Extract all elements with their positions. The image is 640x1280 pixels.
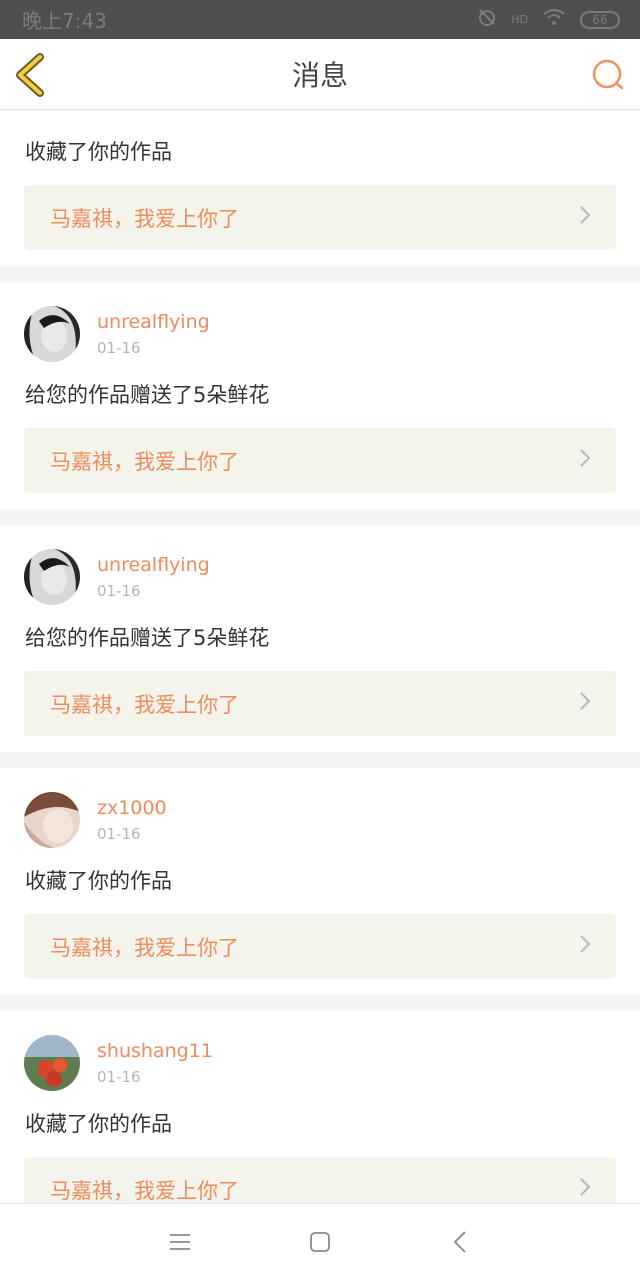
message-card: unrealflying 01-16 给您的作品赠送了5朵鲜花 马嘉祺，我爱上你… — [0, 282, 640, 509]
work-title: 马嘉祺，我爱上你了 — [50, 449, 239, 474]
message-date: 01-16 — [97, 1068, 141, 1086]
avatar[interactable] — [24, 792, 80, 848]
back-button[interactable] — [12, 53, 52, 97]
chevron-right-icon — [578, 691, 592, 717]
message-action: 给您的作品赠送了5朵鲜花 — [25, 383, 270, 407]
card-top-fragment — [24, 111, 616, 119]
battery-level: 66 — [592, 12, 608, 27]
username[interactable]: zx1000 — [97, 795, 167, 821]
message-date: 01-16 — [97, 825, 141, 843]
work-title: 马嘉祺，我爱上你了 — [50, 206, 239, 231]
avatar[interactable] — [24, 306, 80, 362]
wifi-icon — [542, 8, 566, 31]
message-action: 收藏了你的作品 — [25, 140, 172, 164]
work-title: 马嘉祺，我爱上你了 — [50, 692, 239, 717]
menu-icon — [170, 1234, 190, 1250]
work-link[interactable]: 马嘉祺，我爱上你了 — [24, 428, 616, 493]
system-nav-bar — [0, 1203, 640, 1280]
chevron-left-icon — [16, 53, 44, 97]
avatar[interactable] — [24, 1035, 80, 1091]
message-date: 01-16 — [97, 582, 141, 600]
alarm-off-icon — [477, 7, 497, 32]
home-button[interactable] — [305, 1227, 335, 1257]
app-header: 消息 — [0, 39, 640, 110]
signal-icon: HD — [511, 12, 528, 26]
menu-button[interactable] — [165, 1227, 195, 1257]
chevron-right-icon — [578, 934, 592, 960]
nav-back-button[interactable] — [445, 1227, 475, 1257]
search-button[interactable] — [590, 57, 626, 93]
work-link[interactable]: 马嘉祺，我爱上你了 — [24, 185, 616, 250]
work-link[interactable]: 马嘉祺，我爱上你了 — [24, 914, 616, 979]
message-action: 收藏了你的作品 — [25, 869, 172, 893]
search-icon — [592, 59, 624, 90]
chevron-right-icon — [578, 205, 592, 231]
status-time: 晚上7:43 — [22, 9, 107, 33]
message-action: 收藏了你的作品 — [25, 1112, 172, 1136]
home-icon — [310, 1232, 330, 1252]
network-label: HD — [511, 12, 528, 26]
username[interactable]: shushang11 — [97, 1038, 213, 1064]
message-action: 给您的作品赠送了5朵鲜花 — [25, 626, 270, 650]
username[interactable]: unrealflying — [97, 309, 210, 335]
avatar[interactable] — [24, 549, 80, 605]
status-icons: HD 66 — [477, 7, 620, 32]
message-card: unrealflying 01-16 给您的作品赠送了5朵鲜花 马嘉祺，我爱上你… — [0, 525, 640, 752]
status-bar: 晚上7:43 HD 66 — [0, 0, 640, 39]
user-row[interactable]: shushang11 01-16 — [24, 1011, 616, 1091]
page-title: 消息 — [291, 59, 348, 92]
user-row[interactable]: unrealflying 01-16 — [24, 282, 616, 362]
user-row[interactable]: zx1000 01-16 — [24, 768, 616, 848]
battery-icon: 66 — [580, 10, 620, 29]
message-card: zx1000 01-16 收藏了你的作品 马嘉祺，我爱上你了 — [0, 768, 640, 995]
back-icon — [453, 1231, 466, 1253]
chevron-right-icon — [578, 448, 592, 474]
work-title: 马嘉祺，我爱上你了 — [50, 935, 239, 960]
work-link[interactable]: 马嘉祺，我爱上你了 — [24, 671, 616, 736]
message-date: 01-16 — [97, 339, 141, 357]
user-row[interactable]: unrealflying 01-16 — [24, 525, 616, 605]
message-feed[interactable]: 收藏了你的作品 马嘉祺，我爱上你了 unrealflying 01-16 给您的… — [0, 111, 640, 1203]
work-link[interactable]: 马嘉祺，我爱上你了 — [24, 1157, 616, 1203]
chevron-right-icon — [578, 1177, 592, 1203]
message-card: 收藏了你的作品 马嘉祺，我爱上你了 — [0, 111, 640, 266]
work-title: 马嘉祺，我爱上你了 — [50, 1178, 239, 1203]
message-card: shushang11 01-16 收藏了你的作品 马嘉祺，我爱上你了 — [0, 1011, 640, 1203]
username[interactable]: unrealflying — [97, 552, 210, 578]
